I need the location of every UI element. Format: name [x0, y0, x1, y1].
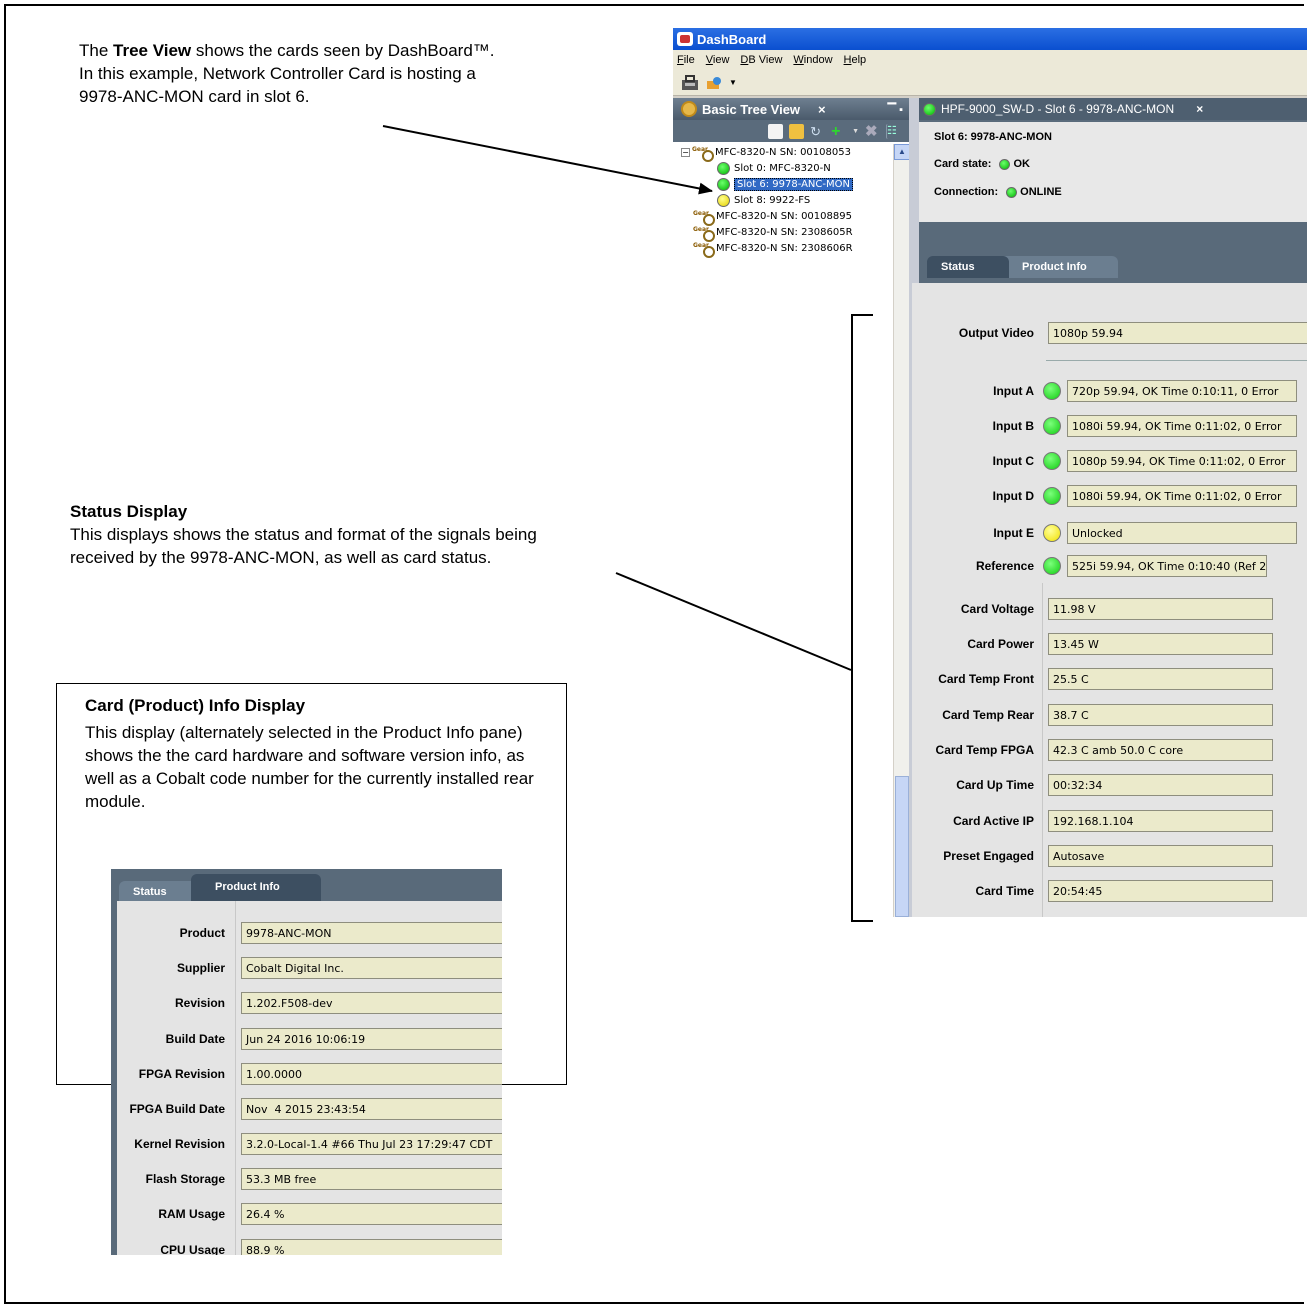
card-info-inset: Card (Product) Info Display This display… [56, 683, 567, 1255]
kernel-revision-field: 3.2.0-Local-1.4 #66 Thu Jul 23 17:29:47 … [241, 1133, 502, 1155]
fpga-build-date-field: Nov 4 2015 23:43:54 [241, 1098, 502, 1120]
supplier-row: Supplier Cobalt Digital Inc. [117, 957, 502, 979]
flash-storage-field: 53.3 MB free [241, 1168, 502, 1190]
revision-row: Revision 1.202.F508-dev [117, 992, 502, 1014]
card-info-title: Card (Product) Info Display [85, 696, 306, 715]
cpu-usage-field: 88.9 % [241, 1239, 502, 1255]
tree-view-arrow [382, 125, 713, 195]
supplier-field: Cobalt Digital Inc. [241, 957, 502, 979]
field-label: Kernel Revision [134, 1137, 225, 1151]
kernel-revision-row: Kernel Revision 3.2.0-Local-1.4 #66 Thu … [117, 1133, 502, 1155]
fpga-revision-field: 1.00.0000 [241, 1063, 502, 1085]
product-info-screenshot: Status Product Info Product 9978-ANC-MON… [111, 869, 502, 1255]
product-info-panel: Product 9978-ANC-MON Supplier Cobalt Dig… [117, 901, 502, 1255]
flash-storage-row: Flash Storage 53.3 MB free [117, 1168, 502, 1190]
cpu-usage-row: CPU Usage 88.9 % [117, 1239, 502, 1255]
field-label: Product [179, 926, 225, 940]
field-label: FPGA Build Date [129, 1102, 225, 1116]
product-field: 9978-ANC-MON [241, 922, 502, 944]
field-label: RAM Usage [158, 1207, 225, 1221]
build-date-row: Build Date Jun 24 2016 10:06:19 [117, 1028, 502, 1050]
build-date-field: Jun 24 2016 10:06:19 [241, 1028, 502, 1050]
product-row: Product 9978-ANC-MON [117, 922, 502, 944]
tab-product-info[interactable]: Product Info [191, 874, 321, 901]
card-info-description: This display (alternately selected in th… [85, 723, 534, 811]
field-label: Revision [174, 996, 225, 1010]
ram-usage-field: 26.4 % [241, 1203, 502, 1225]
field-label: CPU Usage [160, 1243, 225, 1255]
field-label: Supplier [176, 961, 225, 975]
ram-usage-row: RAM Usage 26.4 % [117, 1203, 502, 1225]
field-label: Flash Storage [145, 1172, 225, 1186]
field-label: Build Date [165, 1032, 225, 1046]
revision-field: 1.202.F508-dev [241, 992, 502, 1014]
status-display-line [615, 572, 852, 671]
fpga-revision-row: FPGA Revision 1.00.0000 [117, 1063, 502, 1085]
fpga-build-date-row: FPGA Build Date Nov 4 2015 23:43:54 [117, 1098, 502, 1120]
field-label: FPGA Revision [138, 1067, 225, 1081]
